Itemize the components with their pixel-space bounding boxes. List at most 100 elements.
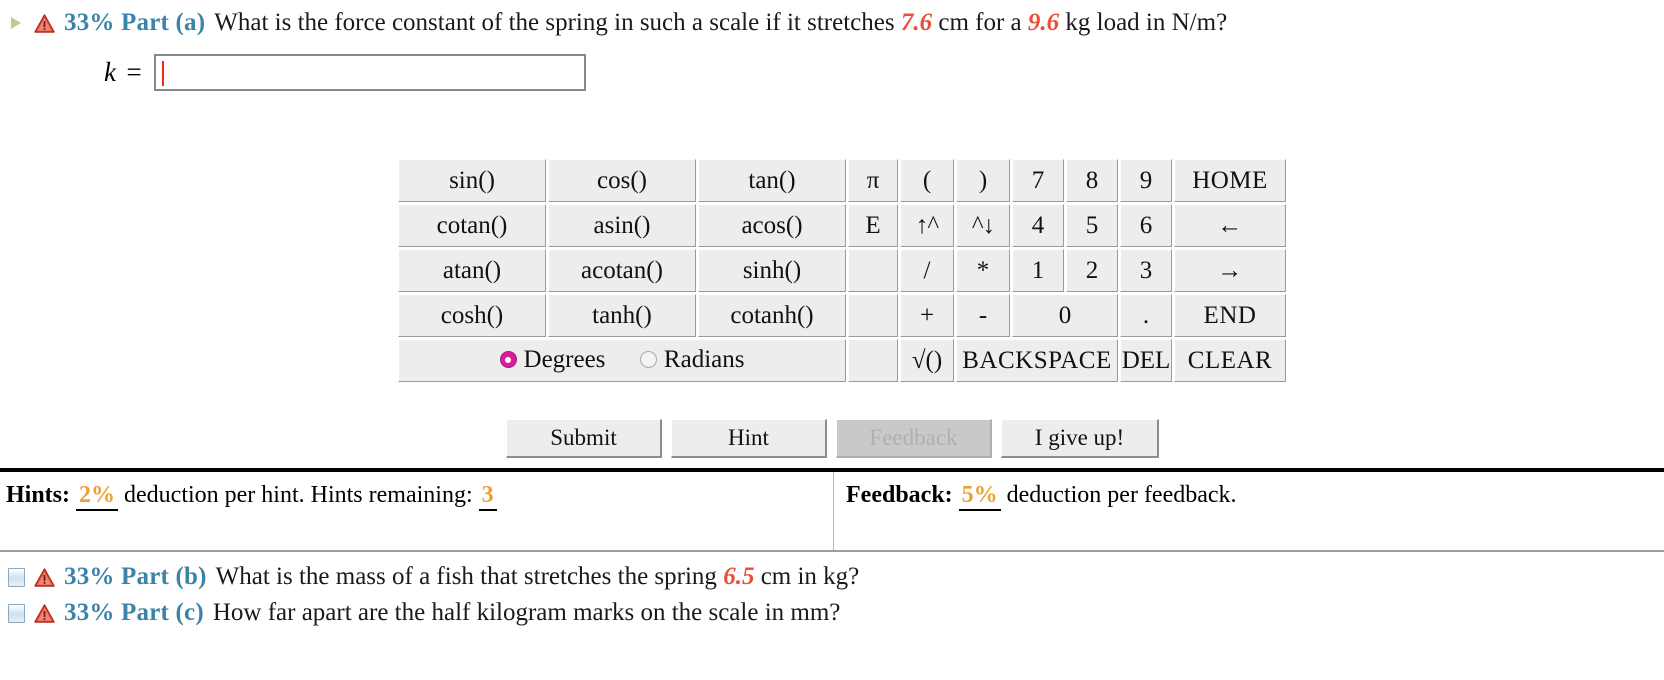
key-6[interactable]: 6: [1120, 204, 1172, 247]
key-backspace: BACKSPACE: [956, 339, 1118, 382]
key-asin[interactable]: asin(): [548, 204, 696, 247]
key-cotan[interactable]: cotan(): [398, 204, 546, 247]
key-acos[interactable]: acos(): [698, 204, 846, 247]
key-cotanh[interactable]: cotanh(): [698, 294, 846, 337]
key-blank-3: [848, 339, 898, 382]
part-a-label: 33% Part (a): [64, 9, 206, 36]
action-buttons: Submit Hint Feedback I give up!: [506, 419, 1159, 458]
feedback-title: Feedback:: [846, 482, 953, 508]
feedback-deduction-pct: 5%: [958, 482, 1001, 512]
key-2[interactable]: 2: [1066, 249, 1118, 292]
key-multiply: *: [956, 249, 1010, 292]
key-tan[interactable]: tan(): [698, 159, 846, 202]
part-b-text-before: What is the mass of a fish that stretche…: [215, 563, 717, 590]
part-a-text-before: What is the force constant of the spring…: [214, 9, 895, 36]
key-blank-2: [848, 294, 898, 337]
key-0[interactable]: 0: [1012, 294, 1118, 337]
section-divider-bottom: [0, 550, 1664, 552]
key-power-up: ↑^: [900, 204, 954, 247]
feedback-text-line: Feedback: 5% deduction per feedback.: [846, 482, 1664, 512]
submit-button[interactable]: Submit: [506, 419, 662, 458]
feedback-button: Feedback: [836, 419, 992, 458]
part-b-value: 6.5: [723, 563, 755, 590]
part-a-header: 33% Part (a) What is the force constant …: [0, 0, 1664, 40]
hint-button[interactable]: Hint: [671, 419, 827, 458]
radio-degrees-selected[interactable]: [499, 351, 517, 369]
collapse-square-icon[interactable]: [8, 567, 25, 587]
key-cos[interactable]: cos(): [548, 159, 696, 202]
hints-panel: Hints: 2% deduction per hint. Hints rema…: [0, 472, 834, 550]
hints-text-line: Hints: 2% deduction per hint. Hints rema…: [6, 482, 833, 512]
hints-deduction-pct: 2%: [76, 482, 119, 512]
part-b-header: 33% Part (b) What is the mass of a fish …: [8, 560, 859, 594]
part-a-text-mid: cm for a: [938, 9, 1022, 36]
key-paren-close: ): [956, 159, 1010, 202]
part-b-question: What is the mass of a fish that stretche…: [216, 563, 860, 591]
key-cosh[interactable]: cosh(): [398, 294, 546, 337]
degrees-option[interactable]: Degrees: [499, 345, 606, 374]
key-divide: /: [900, 249, 954, 292]
text-caret: [161, 61, 164, 86]
key-paren-open[interactable]: (: [900, 159, 954, 202]
key-minus[interactable]: -: [956, 294, 1010, 337]
key-e[interactable]: E: [848, 204, 898, 247]
key-sinh[interactable]: sinh(): [698, 249, 846, 292]
key-power-down: ^↓: [956, 204, 1010, 247]
key-home: HOME: [1174, 159, 1286, 202]
key-del: DEL: [1120, 339, 1172, 382]
calc-row-3: atan() acotan() sinh() / * 1 2 3 →: [398, 249, 1286, 292]
key-1[interactable]: 1: [1012, 249, 1064, 292]
key-pi[interactable]: π: [848, 159, 898, 202]
key-plus[interactable]: +: [900, 294, 954, 337]
warning-triangle-icon: [34, 13, 55, 33]
give-up-button[interactable]: I give up!: [1001, 419, 1159, 458]
key-3[interactable]: 3: [1120, 249, 1172, 292]
key-decimal[interactable]: .: [1120, 294, 1172, 337]
calc-row-1: sin() cos() tan() π ( ) 7 8 9 HOME: [398, 159, 1286, 202]
key-8[interactable]: 8: [1066, 159, 1118, 202]
key-arrow-left: ←: [1174, 204, 1286, 247]
key-5[interactable]: 5: [1066, 204, 1118, 247]
radians-option[interactable]: Radians: [639, 345, 745, 374]
key-sqrt[interactable]: √(): [900, 339, 954, 382]
key-clear: CLEAR: [1174, 339, 1286, 382]
answer-input[interactable]: [153, 54, 586, 91]
warning-triangle-icon: [34, 603, 55, 623]
angle-mode-row: Degrees Radians: [398, 339, 846, 382]
degrees-label: Degrees: [523, 345, 606, 373]
calc-row-2: cotan() asin() acos() E ↑^ ^↓ 4 5 6 ←: [398, 204, 1286, 247]
part-a-question: What is the force constant of the spring…: [214, 9, 1227, 37]
radio-radians-unselected[interactable]: [639, 351, 657, 369]
feedback-description: deduction per feedback.: [1006, 482, 1237, 508]
key-arrow-right: →: [1174, 249, 1286, 292]
key-4[interactable]: 4: [1012, 204, 1064, 247]
part-b-text-after: cm in kg?: [760, 563, 860, 590]
key-7[interactable]: 7: [1012, 159, 1064, 202]
key-9[interactable]: 9: [1120, 159, 1172, 202]
expand-triangle-icon[interactable]: [8, 15, 25, 32]
key-atan[interactable]: atan(): [398, 249, 546, 292]
answer-row: k =: [0, 40, 1664, 91]
hints-title: Hints:: [6, 482, 71, 508]
hints-description: deduction per hint. Hints remaining:: [124, 482, 473, 508]
radians-label: Radians: [663, 345, 745, 373]
key-sin[interactable]: sin(): [398, 159, 546, 202]
calculator-keypad: sin() cos() tan() π ( ) 7 8 9 HOME cotan…: [396, 157, 1288, 384]
key-acotan[interactable]: acotan(): [548, 249, 696, 292]
part-b-label: 33% Part (b): [64, 563, 207, 590]
part-a-text-after: kg load in N/m?: [1065, 9, 1228, 36]
part-c-header: 33% Part (c) How far apart are the half …: [8, 596, 840, 630]
part-c-question: How far apart are the half kilogram mark…: [212, 599, 841, 626]
collapse-square-icon[interactable]: [8, 603, 25, 623]
key-tanh[interactable]: tanh(): [548, 294, 696, 337]
hints-remaining-count: 3: [478, 482, 497, 512]
calc-row-5: Degrees Radians √() BACKSPACE DEL CLEAR: [398, 339, 1286, 382]
part-c-label: 33% Part (c): [64, 599, 204, 626]
key-blank-1: [848, 249, 898, 292]
answer-label: k =: [104, 57, 144, 87]
hints-feedback-bar: Hints: 2% deduction per hint. Hints rema…: [0, 472, 1664, 550]
warning-triangle-icon: [34, 567, 55, 587]
feedback-panel: Feedback: 5% deduction per feedback.: [834, 472, 1664, 550]
calc-row-4: cosh() tanh() cotanh() + - 0 . END: [398, 294, 1286, 337]
part-a-value-1: 7.6: [900, 9, 933, 36]
